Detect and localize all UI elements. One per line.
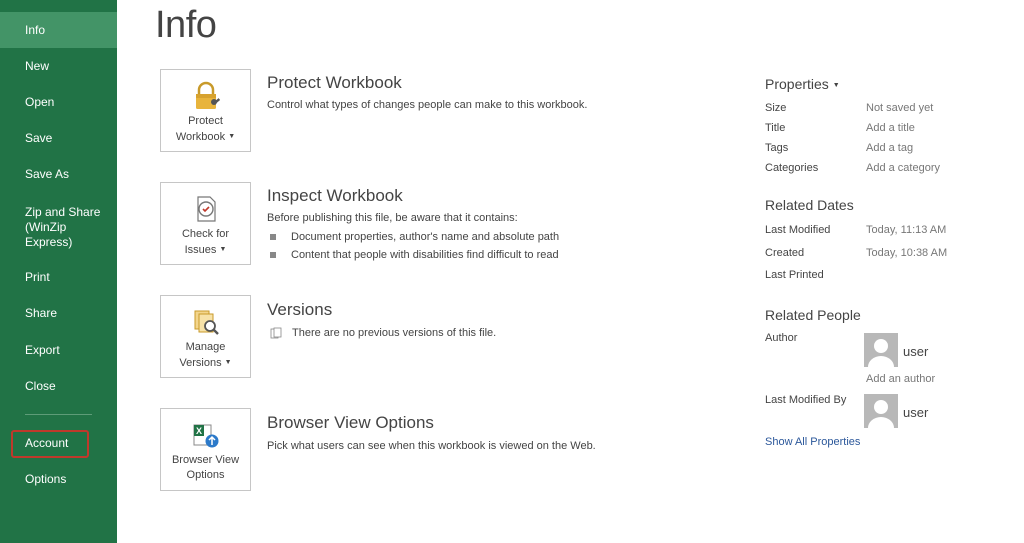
document-search-icon bbox=[194, 310, 219, 335]
nav-close[interactable]: Close bbox=[0, 368, 117, 404]
manage-versions-button[interactable]: Manage Versions ▼ bbox=[160, 295, 251, 378]
inspect-bullet-item: Document properties, author's name and a… bbox=[270, 231, 559, 243]
prop-value-categories-field[interactable]: Add a category bbox=[866, 162, 940, 174]
inspect-bullet-item: Content that people with disabilities fi… bbox=[270, 249, 559, 261]
prop-value-tags-field[interactable]: Add a tag bbox=[866, 142, 913, 154]
nav-account[interactable]: Account bbox=[0, 425, 117, 461]
prop-value-title-field[interactable]: Add a title bbox=[866, 122, 915, 134]
inspect-button-label: Check for Issues ▼ bbox=[181, 228, 230, 256]
add-author-field[interactable]: Add an author bbox=[866, 373, 935, 385]
prop-label-tags: Tags bbox=[765, 142, 789, 154]
bullet-square-icon bbox=[270, 234, 276, 240]
nav-save[interactable]: Save bbox=[0, 120, 117, 156]
check-for-issues-button[interactable]: Check for Issues ▼ bbox=[160, 182, 251, 265]
nav-info[interactable]: Info bbox=[0, 12, 117, 48]
nav-share[interactable]: Share bbox=[0, 295, 117, 331]
bullet-square-icon bbox=[270, 252, 276, 258]
document-check-icon bbox=[196, 196, 216, 222]
prop-value-size: Not saved yet bbox=[866, 102, 934, 114]
last-modified-label: Last Modified bbox=[765, 224, 831, 236]
browser-view-options-button[interactable]: X Browser View Options bbox=[160, 408, 251, 491]
created-label: Created bbox=[765, 247, 805, 259]
protect-workbook-title: Protect Workbook bbox=[267, 73, 402, 92]
show-all-properties-link[interactable]: Show All Properties bbox=[765, 436, 860, 448]
protect-workbook-button[interactable]: Protect Workbook ▼ bbox=[160, 69, 251, 152]
browser-button-label: Browser View Options bbox=[171, 454, 240, 481]
browser-view-options-description: Pick what users can see when this workbo… bbox=[267, 440, 596, 452]
nav-new[interactable]: New bbox=[0, 48, 117, 84]
nav-zip-and-share[interactable]: Zip and Share (WinZip Express) bbox=[0, 198, 117, 256]
created-value: Today, 10:38 AM bbox=[866, 247, 948, 259]
excel-globe-icon: X bbox=[193, 424, 218, 448]
lock-key-icon bbox=[195, 81, 220, 109]
versions-button-label: Manage Versions ▼ bbox=[179, 341, 232, 369]
author-avatar bbox=[864, 333, 898, 367]
nav-save-as[interactable]: Save As bbox=[0, 156, 117, 192]
protect-button-label: Protect Workbook ▼ bbox=[175, 115, 236, 143]
related-dates-heading: Related Dates bbox=[765, 197, 854, 213]
inspect-workbook-title: Inspect Workbook bbox=[267, 186, 403, 205]
backstage-sidebar: Info New Open Save Save As Zip and Share… bbox=[0, 0, 117, 543]
author-label: Author bbox=[765, 332, 798, 344]
inspect-workbook-description: Before publishing this file, be aware th… bbox=[267, 212, 518, 224]
person-placeholder-icon bbox=[868, 400, 894, 428]
last-modified-by-name: user bbox=[903, 405, 929, 420]
page-title: Info bbox=[155, 4, 217, 46]
document-versions-icon bbox=[270, 327, 282, 339]
nav-export[interactable]: Export bbox=[0, 332, 117, 368]
last-modified-value: Today, 11:13 AM bbox=[866, 224, 947, 236]
author-name: user bbox=[903, 344, 929, 359]
nav-divider bbox=[25, 414, 92, 415]
versions-title: Versions bbox=[267, 300, 333, 319]
svg-text:X: X bbox=[195, 426, 201, 436]
properties-dropdown[interactable]: Properties ▼ bbox=[765, 76, 840, 92]
prop-label-title: Title bbox=[765, 122, 786, 134]
prop-label-size: Size bbox=[765, 102, 787, 114]
browser-view-options-title: Browser View Options bbox=[267, 413, 434, 432]
last-printed-label: Last Printed bbox=[765, 269, 824, 281]
nav-open[interactable]: Open bbox=[0, 84, 117, 120]
nav-options[interactable]: Options bbox=[0, 461, 117, 497]
protect-workbook-description: Control what types of changes people can… bbox=[267, 99, 588, 111]
nav-print[interactable]: Print bbox=[0, 259, 117, 295]
related-people-heading: Related People bbox=[765, 307, 861, 323]
person-placeholder-icon bbox=[868, 339, 894, 367]
last-modified-by-avatar bbox=[864, 394, 898, 428]
last-modified-by-label: Last Modified By bbox=[765, 394, 847, 406]
prop-label-categories: Categories bbox=[765, 162, 819, 174]
versions-status-row: There are no previous versions of this f… bbox=[270, 327, 496, 339]
